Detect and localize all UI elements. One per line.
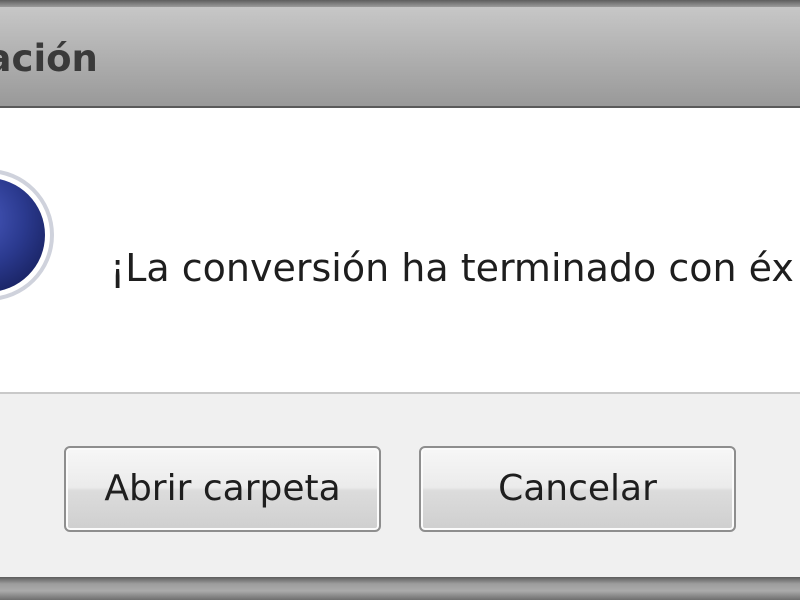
- dialog-title: mación: [0, 37, 98, 80]
- dialog-button-area: Abrir carpeta Cancelar: [0, 394, 800, 577]
- window-top-border: [0, 0, 800, 7]
- open-folder-button[interactable]: Abrir carpeta: [64, 446, 381, 532]
- info-icon: [0, 170, 54, 300]
- title-bar[interactable]: mación: [0, 7, 800, 108]
- cancel-button[interactable]: Cancelar: [419, 446, 736, 532]
- dialog-message: ¡La conversión ha terminado con éx: [110, 246, 794, 290]
- dialog-window: mación ¡La conversión ha terminado con é…: [0, 0, 800, 600]
- window-bottom-border: [0, 577, 800, 600]
- dialog-content: ¡La conversión ha terminado con éx: [0, 108, 800, 394]
